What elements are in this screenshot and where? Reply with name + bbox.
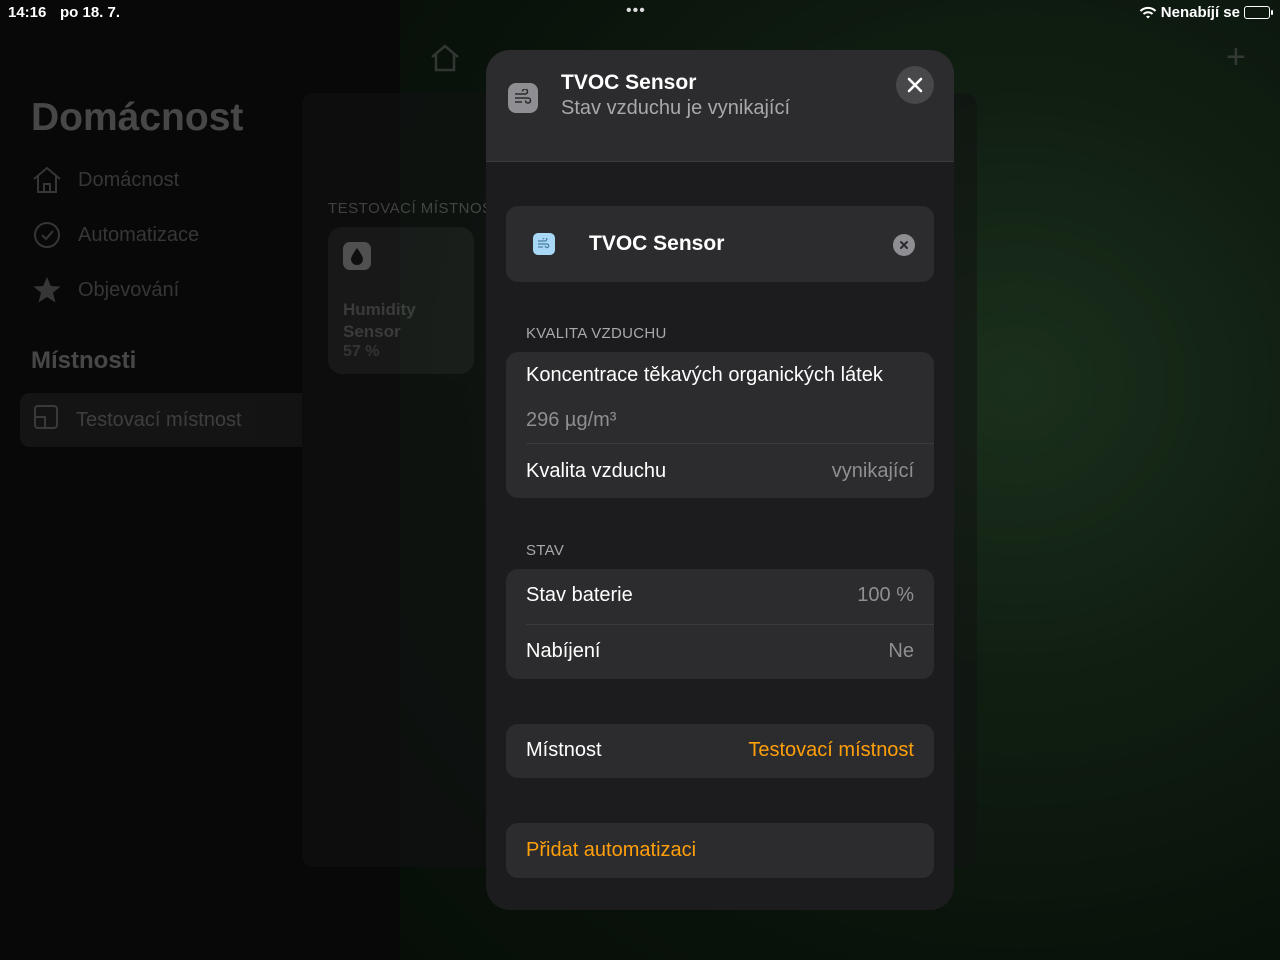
air-quality-value: vynikající (831, 460, 914, 482)
status-section-label: STAV (526, 542, 565, 559)
clear-icon (900, 241, 908, 249)
status-right: Nenabíjí se (1139, 4, 1273, 21)
battery-value: 100 % (857, 584, 914, 606)
charging-status-text: Nenabíjí se (1160, 4, 1240, 21)
add-automation-button[interactable]: Přidat automatizaci (506, 823, 934, 878)
wifi-icon (1139, 6, 1157, 18)
battery-icon (1244, 6, 1273, 19)
charging-label: Nabíjení (526, 640, 601, 662)
close-icon (907, 77, 923, 93)
charging-value: Ne (888, 640, 914, 662)
room-selector[interactable]: Místnost Testovací místnost (506, 724, 934, 778)
accessory-details-modal: TVOC Sensor Stav vzduchu je vynikající T… (486, 50, 954, 910)
concentration-label: Koncentrace těkavých organických látek (526, 364, 883, 386)
accessory-name-input[interactable]: TVOC Sensor (589, 232, 724, 256)
modal-subtitle: Stav vzduchu je vynikající (561, 97, 790, 119)
clear-text-button[interactable] (893, 234, 915, 256)
battery-label: Stav baterie (526, 584, 633, 606)
air-quality-section-label: KVALITA VZDUCHU (526, 325, 667, 342)
air-quality-label: Kvalita vzduchu (526, 460, 667, 482)
air-quality-card: Koncentrace těkavých organických látek 2… (506, 352, 934, 498)
divider (526, 443, 934, 444)
add-automation-label[interactable]: Přidat automatizaci (506, 839, 934, 862)
modal-title: TVOC Sensor (561, 71, 697, 94)
close-button[interactable] (896, 66, 934, 104)
room-row[interactable]: Místnost Testovací místnost (506, 739, 934, 762)
modal-header: TVOC Sensor Stav vzduchu je vynikající (486, 50, 954, 162)
status-time: 14:16 (8, 4, 47, 21)
battery-row: Stav baterie 100 % (506, 584, 934, 607)
status-date: po 18. 7. (60, 4, 121, 21)
accessory-name-field[interactable]: TVOC Sensor (506, 206, 934, 282)
status-bar: 14:16 po 18. 7. ••• Nenabíjí se (0, 0, 1280, 26)
concentration-value: 296 µg/m³ (526, 409, 617, 431)
multitasking-dots[interactable]: ••• (626, 2, 646, 20)
divider (526, 624, 934, 625)
charging-row: Nabíjení Ne (506, 640, 934, 663)
air-quality-icon (508, 83, 538, 113)
air-quality-row: Kvalita vzduchu vynikající (506, 460, 934, 483)
status-card: Stav baterie 100 % Nabíjení Ne (506, 569, 934, 679)
air-quality-icon (533, 233, 555, 255)
room-value[interactable]: Testovací místnost (748, 739, 914, 762)
room-label: Místnost (526, 739, 602, 761)
